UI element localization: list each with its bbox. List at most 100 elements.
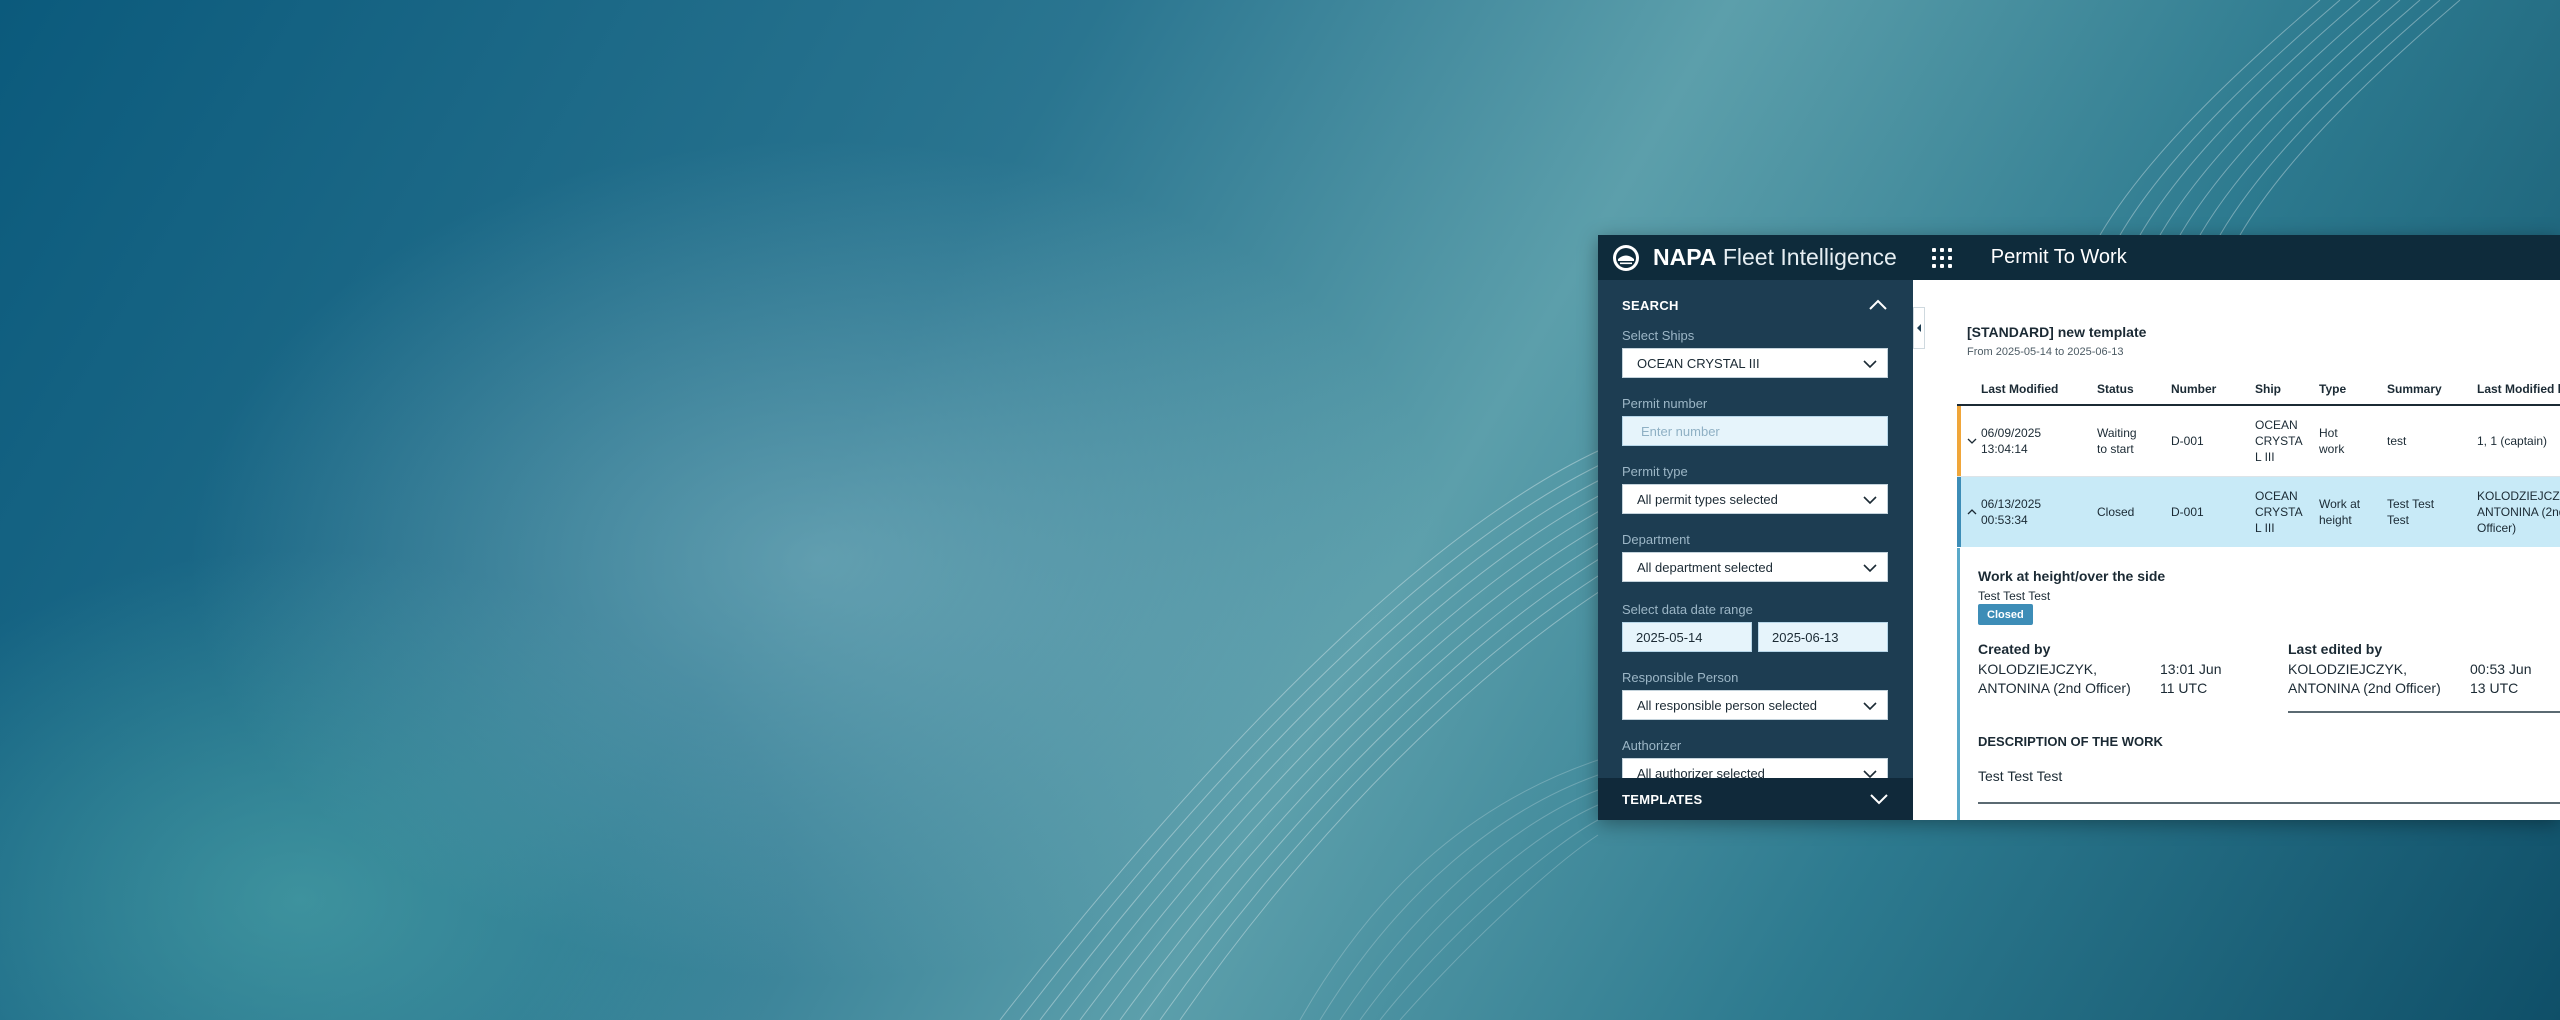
chevron-up-icon[interactable]	[1868, 298, 1888, 312]
cell-last-modified: 06/13/2025 00:53:34	[1981, 496, 2041, 528]
permit-type-value: All permit types selected	[1637, 491, 1778, 507]
cell-line: CRYSTA	[2255, 505, 2303, 519]
brand-name: NAPA Fleet Intelligence	[1653, 244, 1897, 271]
cell-line: L III	[2255, 450, 2275, 464]
grid-icon[interactable]	[1931, 247, 1953, 269]
top-bar: NAPA Fleet Intelligence Permit To Work	[1598, 235, 2560, 280]
chevron-down-icon	[1863, 770, 1877, 778]
column-header[interactable]: Number	[2171, 382, 2216, 396]
cell-number: D-001	[2171, 434, 2204, 448]
permit-number-placeholder: Enter number	[1641, 423, 1720, 439]
chevron-down-icon	[1863, 564, 1877, 573]
chevron-down-icon	[1863, 702, 1877, 711]
date-range-label: Select data date range	[1622, 602, 1753, 617]
description-text: Test Test Test	[1978, 768, 2063, 784]
napa-logo-icon[interactable]	[1611, 243, 1641, 273]
cell-line: Test Test	[2387, 497, 2435, 511]
cell-line: 00:53:34	[1981, 513, 2028, 527]
cell-status: Waiting to start	[2097, 425, 2137, 457]
date-to-input[interactable]: 2025-06-13	[1758, 622, 1888, 652]
created-by-name: KOLODZIEJCZYK, ANTONINA (2nd Officer)	[1978, 660, 2131, 698]
cell-line: OCEAN	[2255, 418, 2298, 432]
table-row-selected[interactable]: 06/13/2025 00:53:34 Closed D-001 OCEAN C…	[1957, 477, 2560, 547]
permit-number-label: Permit number	[1622, 396, 1708, 411]
permit-type-select[interactable]: All permit types selected	[1622, 484, 1888, 514]
cell-ship: OCEAN CRYSTA L III	[2255, 488, 2303, 536]
text-line: ANTONINA (2nd Officer)	[1978, 680, 2131, 696]
permit-title: Work at height/over the side	[1978, 568, 2166, 584]
cell-line: KOLODZIEJCZYK,	[2477, 489, 2560, 503]
department-value: All department selected	[1637, 559, 1773, 575]
responsible-select[interactable]: All responsible person selected	[1622, 690, 1888, 720]
authorizer-select[interactable]: All authorizer selected	[1622, 758, 1888, 778]
cell-line: CRYSTA	[2255, 434, 2303, 448]
authorizer-label: Authorizer	[1622, 738, 1682, 753]
responsible-value: All responsible person selected	[1637, 697, 1817, 713]
chevron-down-icon[interactable]	[1869, 792, 1889, 806]
cell-line: Work at	[2319, 497, 2361, 511]
department-select[interactable]: All department selected	[1622, 552, 1888, 582]
status-badge: Closed	[1978, 604, 2033, 625]
cell-line: 13:04:14	[1981, 442, 2028, 456]
cell-line: height	[2319, 513, 2352, 527]
templates-heading: TEMPLATES	[1622, 791, 1703, 807]
permit-number-input[interactable]: Enter number	[1622, 416, 1888, 446]
cell-ship: OCEAN CRYSTA L III	[2255, 417, 2303, 465]
cell-line: L III	[2255, 521, 2275, 535]
column-header[interactable]: Status	[2097, 382, 2134, 396]
chevron-down-icon	[1863, 360, 1877, 369]
templates-section-header[interactable]: TEMPLATES	[1598, 778, 1913, 820]
cell-line: 06/13/2025	[1981, 497, 2042, 511]
text-line: ANTONINA (2nd Officer)	[2288, 680, 2441, 696]
chevron-up-icon[interactable]	[1966, 506, 1978, 518]
cell-line: Test	[2387, 513, 2410, 527]
cell-modified-by: 1, 1 (captain)	[2477, 434, 2548, 448]
cell-summary: Test Test Test	[2387, 496, 2434, 528]
brand-light: Fleet Intelligence	[1722, 244, 1897, 270]
column-header[interactable]: Last Modified	[1981, 382, 2058, 396]
text-line: KOLODZIEJCZYK,	[2288, 661, 2408, 677]
column-header[interactable]: Last Modified b	[2477, 382, 2560, 396]
ships-select[interactable]: OCEAN CRYSTAL III	[1622, 348, 1888, 378]
search-section-header[interactable]: SEARCH	[1622, 292, 1888, 318]
template-title: [STANDARD] new template	[1967, 324, 2147, 340]
cell-line: Hot	[2319, 426, 2338, 440]
text-line: 13 UTC	[2470, 680, 2519, 696]
cell-line: Officer)	[2477, 521, 2517, 535]
cell-number: D-001	[2171, 505, 2204, 519]
column-header[interactable]: Summary	[2387, 382, 2442, 396]
date-from-input[interactable]: 2025-05-14	[1622, 622, 1752, 652]
created-time: 13:01 Jun 11 UTC	[2160, 660, 2222, 698]
chevron-down-icon	[1863, 496, 1877, 505]
status-strip	[1957, 406, 1961, 476]
cell-last-modified: 06/09/2025 13:04:14	[1981, 425, 2041, 457]
search-sidebar: SEARCH Select Ships OCEAN CRYSTAL III Pe…	[1598, 280, 1913, 820]
cell-type: Hot work	[2319, 425, 2344, 457]
chevron-down-icon[interactable]	[1966, 435, 1978, 447]
ships-label: Select Ships	[1622, 328, 1695, 343]
collapse-sidebar-button[interactable]	[1913, 307, 1925, 349]
results-panel: [STANDARD] new template From 2025-05-14 …	[1925, 280, 2560, 820]
cell-line: to start	[2097, 442, 2134, 456]
column-header[interactable]: Type	[2319, 382, 2346, 396]
template-date-range: From 2025-05-14 to 2025-06-13	[1967, 346, 2124, 358]
cell-line: 06/09/2025	[1981, 426, 2042, 440]
search-heading: SEARCH	[1622, 297, 1679, 313]
date-from-value: 2025-05-14	[1636, 629, 1703, 645]
description-heading: DESCRIPTION OF THE WORK	[1978, 734, 2163, 749]
column-header[interactable]: Ship	[2255, 382, 2281, 396]
divider	[2288, 711, 2560, 713]
text-line: 11 UTC	[2160, 680, 2208, 696]
status-strip	[1957, 477, 1961, 547]
text-line: 13:01 Jun	[2160, 661, 2222, 677]
cell-line: work	[2319, 442, 2345, 456]
app-title: Permit To Work	[1990, 246, 2127, 268]
last-edited-label: Last edited by	[2288, 641, 2383, 657]
created-by-label: Created by	[1978, 641, 2051, 657]
authorizer-value: All authorizer selected	[1637, 765, 1765, 779]
text-line: KOLODZIEJCZYK,	[1978, 661, 2098, 677]
date-to-value: 2025-06-13	[1772, 629, 1839, 645]
cell-line: ANTONINA (2nd	[2477, 505, 2560, 519]
department-label: Department	[1622, 532, 1690, 547]
table-row[interactable]: 06/09/2025 13:04:14 Waiting to start D-0…	[1957, 406, 2560, 477]
